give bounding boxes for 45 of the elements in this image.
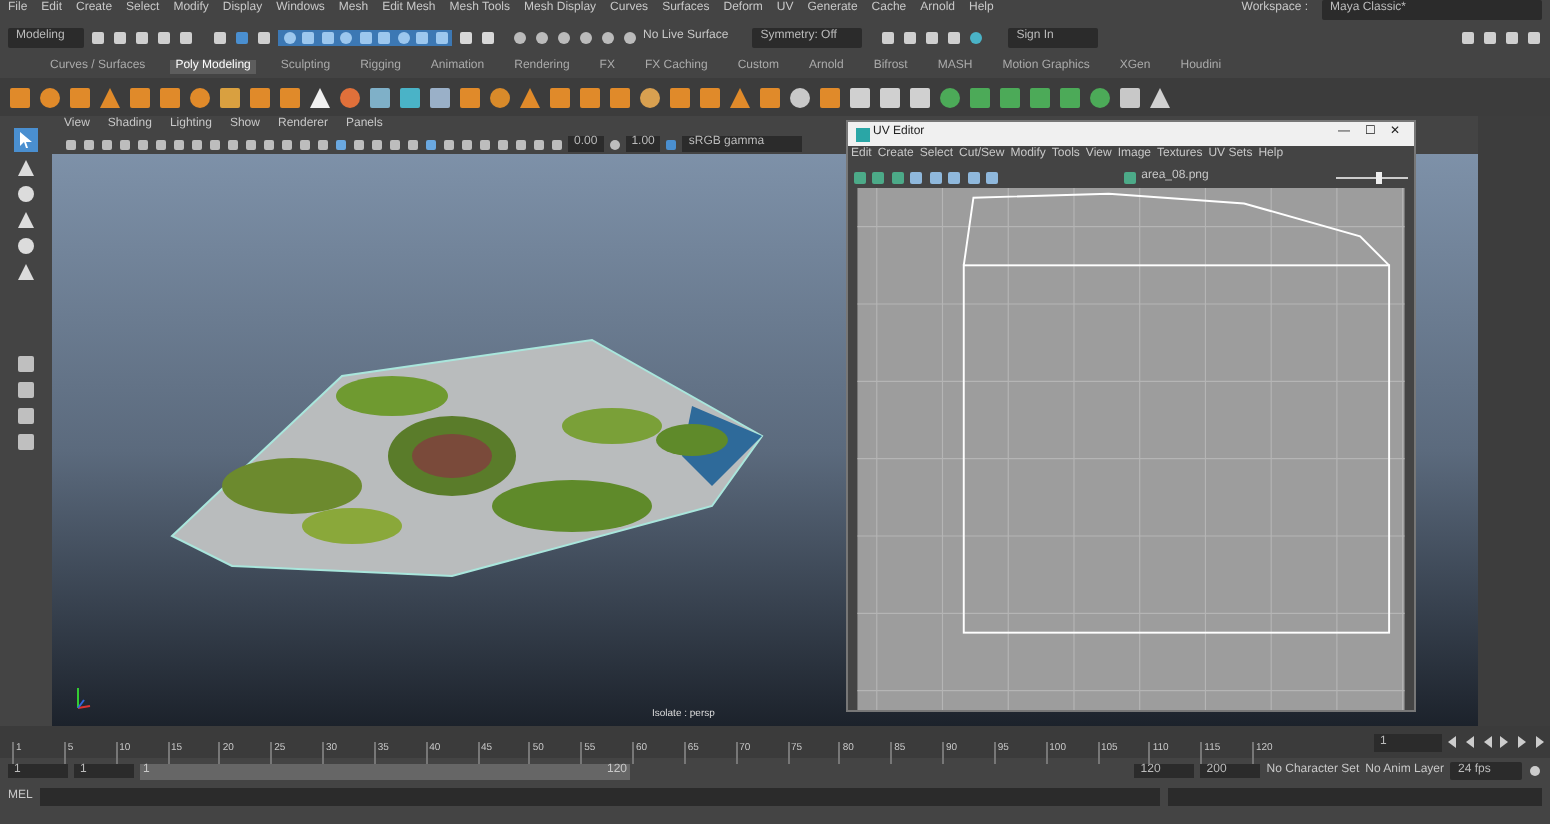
select-tool-icon[interactable] (14, 128, 38, 152)
shelf-tool-icon[interactable] (728, 85, 752, 109)
shelf-tool-icon[interactable] (758, 85, 782, 109)
shelf-tool-icon[interactable] (818, 85, 842, 109)
shelf-tool-icon[interactable] (608, 85, 632, 109)
shelf-tool-icon[interactable] (428, 85, 452, 109)
shelf-tool-icon[interactable] (1118, 85, 1142, 109)
shelf-tool-icon[interactable] (578, 85, 602, 109)
shelf-tool-icon[interactable] (668, 85, 692, 109)
shelf-tool-icon[interactable] (848, 85, 872, 109)
step-back-button[interactable] (1462, 734, 1476, 750)
shelf-tool-icon[interactable] (68, 85, 92, 109)
play-button[interactable] (1498, 734, 1512, 750)
shelf-tool-icon[interactable] (698, 85, 722, 109)
color-management-icon[interactable] (664, 137, 679, 151)
shelf-tool-icon[interactable] (98, 85, 122, 109)
axis-drawing (72, 686, 92, 710)
command-field[interactable] (40, 788, 1161, 806)
step-forward-button[interactable] (1516, 734, 1530, 750)
shelf-tool-icon[interactable] (398, 85, 422, 109)
shelf-tool-icon[interactable] (128, 85, 152, 109)
shelf-tool-icon[interactable] (218, 85, 242, 109)
gamma-icon[interactable] (607, 137, 622, 151)
image-icon[interactable] (1122, 169, 1139, 185)
shelf-tool-icon[interactable] (488, 85, 512, 109)
app-icon (856, 127, 870, 141)
shelf-tool-icon[interactable] (518, 85, 542, 109)
shelf-tool-icon[interactable] (1148, 85, 1172, 109)
shelf-tool-icon[interactable] (368, 85, 392, 109)
play-back-button[interactable] (1480, 734, 1494, 750)
shelf-tool-icon[interactable] (278, 85, 302, 109)
shelf-tool-icon[interactable] (38, 85, 62, 109)
shelf-tool-icon[interactable] (878, 85, 902, 109)
shelf-tool-icon[interactable] (188, 85, 212, 109)
shelf-tool-icon[interactable] (248, 85, 272, 109)
shelf-tool-icon[interactable] (308, 85, 332, 109)
shelf-tool-icon[interactable] (458, 85, 482, 109)
shelf-tool-icon[interactable] (908, 85, 932, 109)
shelf-tool-icon[interactable] (638, 85, 662, 109)
shelf-tool-icon[interactable] (548, 85, 572, 109)
shelf-tool-icon[interactable] (8, 85, 32, 109)
go-to-end-button[interactable] (1534, 734, 1548, 750)
shelf-tool-icon[interactable] (788, 85, 812, 109)
shelf-tool-icon[interactable] (158, 85, 182, 109)
slider-icon[interactable] (1331, 169, 1412, 185)
